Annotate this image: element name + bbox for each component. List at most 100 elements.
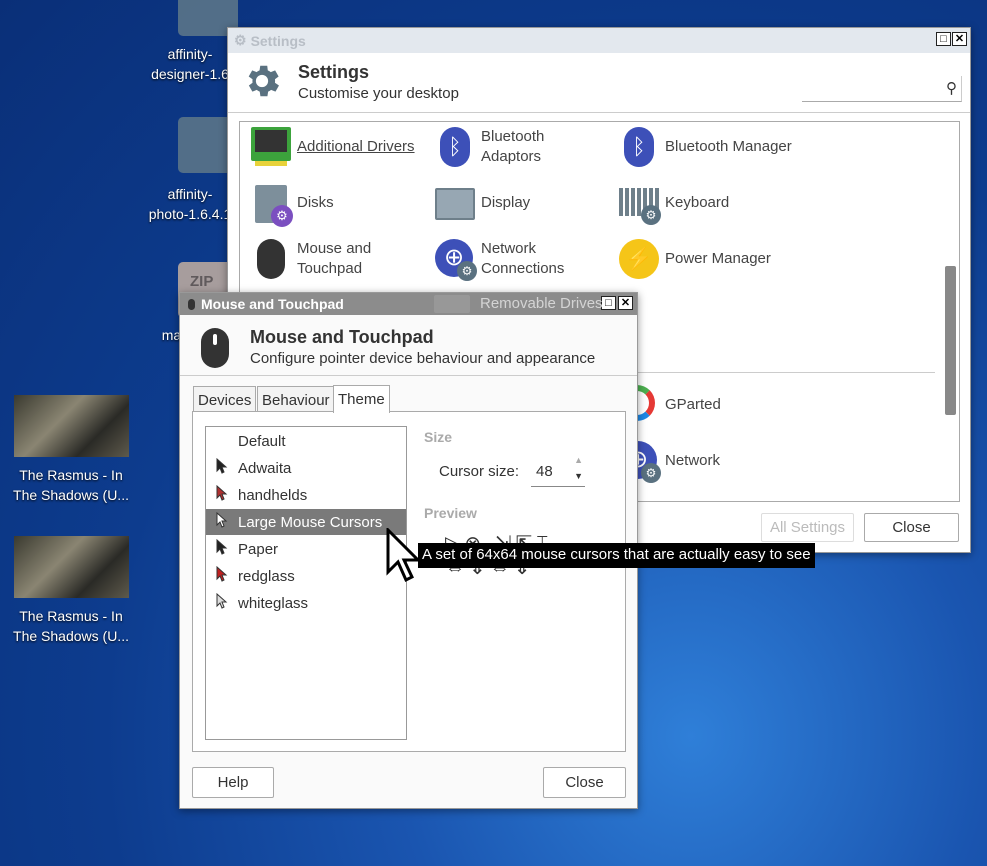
label-line: designer-1.6 bbox=[151, 66, 229, 82]
bluetooth-icon: ᛒ bbox=[435, 127, 475, 167]
theme-item[interactable]: Large Mouse Cursors bbox=[206, 509, 406, 535]
theme-label: handhelds bbox=[238, 486, 308, 504]
theme-item[interactable]: Default bbox=[206, 428, 406, 454]
item-network-connections[interactable]: ⊕ ⚙ Network Connections bbox=[435, 239, 575, 281]
cursor-icon bbox=[206, 538, 238, 559]
search-input[interactable]: ⚲ bbox=[802, 76, 962, 102]
divider bbox=[180, 375, 637, 376]
label-line: The Shadows (U... bbox=[13, 628, 129, 644]
item-label: Additional Drivers bbox=[297, 138, 415, 155]
tab-theme[interactable]: Theme bbox=[333, 385, 390, 413]
item-bluetooth-manager[interactable]: ᛒ Bluetooth Manager bbox=[619, 127, 792, 167]
label-line: photo-1.6.4.1 bbox=[148, 206, 232, 222]
item-label: Power Manager bbox=[665, 250, 771, 267]
spin-down-icon[interactable]: ▼ bbox=[574, 471, 583, 481]
scrollbar-thumb[interactable] bbox=[945, 266, 956, 415]
label-line: The Rasmus - In bbox=[19, 467, 123, 483]
theme-label: Adwaita bbox=[238, 459, 292, 477]
theme-label: Paper bbox=[238, 540, 279, 558]
keyboard-icon: ⚙ bbox=[619, 183, 661, 225]
theme-item[interactable]: handhelds bbox=[206, 482, 406, 508]
drivers-icon bbox=[251, 127, 291, 167]
item-label: Mouse and Touchpad bbox=[297, 240, 372, 277]
all-settings-button[interactable]: All Settings bbox=[761, 513, 854, 542]
spin-up-icon[interactable]: ▲ bbox=[574, 455, 583, 465]
bluetooth-icon: ᛒ bbox=[619, 127, 659, 167]
desktop-label: The Rasmus - In The Shadows (U... bbox=[0, 606, 142, 646]
theme-item[interactable]: Paper bbox=[206, 536, 406, 562]
close-button[interactable]: Close bbox=[543, 767, 626, 798]
cursor-icon bbox=[206, 457, 238, 478]
network-icon: ⊕⚙ bbox=[435, 239, 477, 281]
mouse-header-icon bbox=[201, 328, 229, 368]
item-label: Network Connections bbox=[481, 240, 565, 277]
tab-devices[interactable]: Devices bbox=[193, 386, 257, 412]
power-icon: ⚡ bbox=[619, 239, 659, 279]
preview-heading: Preview bbox=[424, 505, 477, 521]
item-keyboard[interactable]: ⚙ Keyboard bbox=[619, 183, 730, 225]
item-label: GParted bbox=[665, 396, 721, 413]
cursor-size-label: Cursor size: bbox=[439, 463, 520, 480]
size-heading: Size bbox=[424, 429, 453, 445]
close-window-button[interactable]: ✕ bbox=[952, 32, 967, 46]
maximize-button[interactable]: □ bbox=[601, 296, 616, 310]
item-removable-drives[interactable]: Removable Drives bbox=[434, 294, 603, 314]
settings-title: Settings bbox=[298, 62, 370, 82]
close-window-button[interactable]: ✕ bbox=[618, 296, 633, 310]
label-line: The Shadows (U... bbox=[13, 487, 129, 503]
settings-gear-icon bbox=[248, 65, 279, 97]
item-label: Disks bbox=[297, 194, 334, 211]
cursor-size-spinner[interactable]: 48 ▲ ▼ bbox=[531, 455, 585, 487]
item-label: Network bbox=[665, 452, 721, 469]
help-button[interactable]: Help bbox=[192, 767, 274, 798]
theme-label: whiteglass bbox=[238, 594, 309, 612]
mouse-icon bbox=[188, 298, 195, 310]
mouse-pointer-icon bbox=[386, 528, 422, 583]
search-icon: ⚲ bbox=[946, 80, 957, 97]
item-label: Bluetooth Manager bbox=[665, 138, 792, 155]
disks-icon: ⚙ bbox=[251, 183, 293, 227]
item-disks[interactable]: ⚙ Disks bbox=[251, 183, 334, 227]
divider bbox=[228, 112, 970, 113]
desktop-label: affinity-photo-1.6.4.1 bbox=[140, 184, 240, 224]
item-power-manager[interactable]: ⚡ Power Manager bbox=[619, 239, 771, 279]
zip-label: ZIP bbox=[190, 273, 214, 290]
tab-behaviour[interactable]: Behaviour bbox=[257, 386, 335, 412]
item-bluetooth-adaptors[interactable]: ᛒ Bluetooth Adaptors bbox=[435, 127, 565, 167]
label-line: affinity- bbox=[167, 46, 213, 62]
item-additional-drivers[interactable]: Additional Drivers bbox=[251, 127, 415, 167]
theme-item[interactable]: redglass bbox=[206, 563, 406, 589]
cursor-size-value: 48 bbox=[536, 463, 553, 480]
item-mouse-touchpad[interactable]: Mouse and Touchpad bbox=[251, 239, 381, 279]
theme-label: Large Mouse Cursors bbox=[238, 513, 383, 531]
item-label: Bluetooth Adaptors bbox=[481, 128, 545, 165]
maximize-button[interactable]: □ bbox=[936, 32, 951, 46]
settings-subtitle: Customise your desktop bbox=[298, 85, 459, 102]
desktop-label: The Rasmus - In The Shadows (U... bbox=[0, 465, 142, 505]
theme-item[interactable]: whiteglass bbox=[206, 590, 406, 616]
window-title: Mouse and Touchpad bbox=[201, 296, 344, 312]
close-button[interactable]: Close bbox=[864, 513, 959, 542]
label-line: affinity- bbox=[167, 186, 213, 202]
cursor-icon bbox=[206, 511, 238, 532]
drive-icon bbox=[434, 295, 470, 313]
mouse-title: Mouse and Touchpad bbox=[250, 327, 434, 347]
tooltip: A set of 64x64 mouse cursors that are ac… bbox=[418, 543, 815, 568]
title-bar[interactable]: ⚙ Settings □ ✕ bbox=[228, 28, 970, 53]
theme-label: redglass bbox=[238, 567, 295, 585]
item-label: Display bbox=[481, 194, 531, 211]
cursor-icon bbox=[206, 565, 238, 586]
cursor-icon bbox=[206, 592, 238, 613]
video-thumbnail[interactable] bbox=[14, 536, 129, 598]
desktop-label: affinity-designer-1.6 bbox=[140, 44, 240, 84]
window-title: Settings bbox=[250, 32, 306, 49]
mouse-subtitle: Configure pointer device behaviour and a… bbox=[250, 350, 596, 367]
cursor-icon bbox=[206, 484, 238, 505]
item-label: Keyboard bbox=[665, 194, 730, 211]
theme-item[interactable]: Adwaita bbox=[206, 455, 406, 481]
item-display[interactable]: Display bbox=[435, 183, 530, 223]
display-icon bbox=[435, 183, 475, 223]
gear-icon: ⚙ bbox=[234, 32, 247, 48]
video-thumbnail[interactable] bbox=[14, 395, 129, 457]
item-label: Removable Drives bbox=[480, 295, 603, 312]
